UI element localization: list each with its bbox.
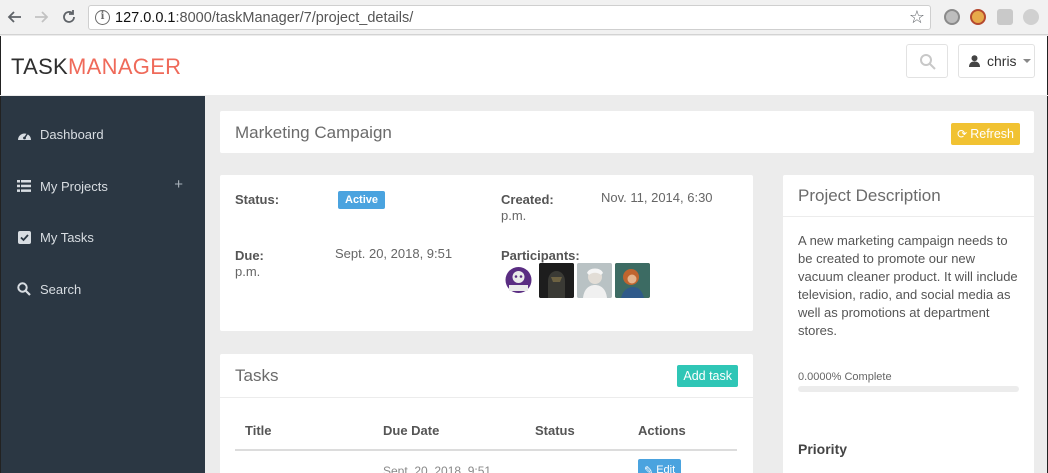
status-badge: Active [338,191,386,209]
sidebar-item-label: Search [40,281,82,297]
task-due-date: Sept. 20, 2018, 9:51 [383,464,492,473]
forward-icon[interactable] [30,6,52,28]
sidebar-item-label: My Tasks [40,229,94,245]
sidebar-item-my-tasks[interactable]: My Tasks [1,219,205,255]
checkbox-icon [16,229,32,245]
sidebar-item-search[interactable]: Search [1,271,205,307]
refresh-label: Refresh [970,127,1014,141]
avatar[interactable] [501,263,536,298]
edit-icon: ✎ [644,464,654,473]
add-task-button[interactable]: Add task [677,365,738,387]
tasks-panel: Tasks Add task Title Due Date Status Act… [220,354,753,473]
reload-icon[interactable] [58,6,80,28]
sidebar: Dashboard My Projects + My Tasks Search [0,96,205,473]
extension-camera-icon[interactable] [997,9,1013,25]
progress-bar [798,386,1019,392]
sidebar-item-my-projects[interactable]: My Projects + [1,168,205,204]
progress-label: 0.0000% Complete [798,371,892,383]
info-icon[interactable]: i [95,10,110,25]
due-label: Due: [235,248,264,263]
status-label: Status: [235,192,280,207]
project-details-panel: Status: Active Created: Nov. 11, 2014, 6… [220,175,753,331]
add-project-icon[interactable]: + [174,176,183,193]
due-value: Sept. 20, 2018, 9:51 [335,246,453,261]
address-bar[interactable]: i 127.0.0.1:8000/taskManager/7/project_d… [88,5,931,30]
column-header-status: Status [535,423,575,438]
sidebar-item-label: Dashboard [40,126,104,142]
main-content: Marketing Campaign ⟳ Refresh Status: Act… [205,96,1048,473]
edit-label: Edit [656,464,676,473]
back-icon[interactable] [4,6,26,28]
created-value: Nov. 11, 2014, 6:30 [601,190,713,205]
avatar[interactable] [539,263,574,298]
list-icon [16,178,32,194]
browser-toolbar: i 127.0.0.1:8000/taskManager/7/project_d… [0,0,1048,35]
column-header-actions: Actions [638,423,686,438]
extension-blocker-icon[interactable] [970,9,986,25]
dashboard-icon [16,126,32,142]
user-name: chris [987,53,1017,69]
due-value-time: p.m. [235,264,261,279]
tasks-title: Tasks [235,366,279,385]
refresh-icon: ⟳ [957,127,968,141]
url-text: 127.0.0.1:8000/taskManager/7/project_det… [115,10,414,26]
extension-gray-icon[interactable] [1023,9,1039,25]
avatar[interactable] [577,263,612,298]
app-logo[interactable]: TASKMANAGER [11,54,181,80]
created-value-time: p.m. [501,208,527,223]
description-text: A new marketing campaign needs to be cre… [798,233,1018,338]
project-title-panel: Marketing Campaign ⟳ Refresh [220,111,1034,153]
column-header-title: Title [245,423,272,438]
description-title: Project Description [798,186,941,205]
refresh-button[interactable]: ⟳ Refresh [951,123,1020,145]
user-menu-button[interactable]: chris [958,44,1035,78]
participants-label: Participants: [501,248,580,263]
priority-title: Priority [798,441,848,457]
column-header-due-date: Due Date [383,423,440,438]
edit-task-button[interactable]: ✎ Edit [638,459,682,473]
extension-icon[interactable] [944,9,960,25]
search-icon [920,54,936,70]
sidebar-item-label: My Projects [40,178,108,194]
tasks-divider [220,397,753,398]
bookmark-star-icon[interactable]: ☆ [909,7,925,28]
avatar[interactable] [615,263,650,298]
project-description-panel: Project Description A new marketing camp… [783,175,1034,473]
header-search-button[interactable] [906,44,948,78]
page-title: Marketing Campaign [235,123,392,142]
created-label: Created: [501,192,554,207]
table-header-divider [235,449,737,451]
description-divider [783,216,1034,217]
app-header: TASKMANAGER chris [0,36,1048,95]
sidebar-item-dashboard[interactable]: Dashboard [1,116,205,152]
user-icon [969,55,980,67]
chevron-down-icon [1022,59,1031,63]
search-icon [16,281,32,297]
